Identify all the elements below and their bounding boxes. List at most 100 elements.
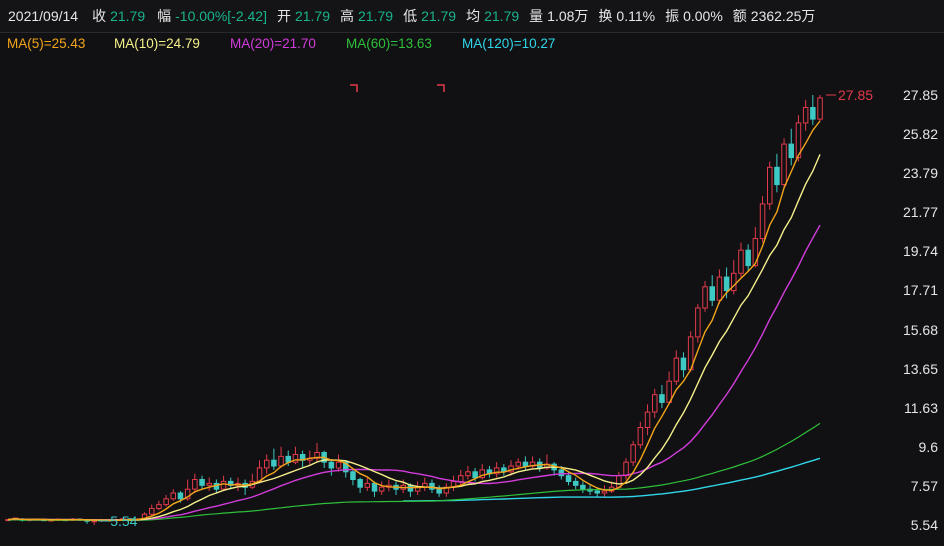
candle-body: [573, 480, 579, 486]
candle-body: [350, 471, 356, 480]
turnover-label: 换: [598, 8, 613, 24]
candle-body: [328, 461, 335, 469]
candle-body: [695, 307, 701, 338]
candle-body: [659, 394, 665, 403]
ma-legend: MA(5)=25.43 MA(10)=24.79 MA(20)=21.70 MA…: [0, 33, 944, 55]
ma120-legend: MA(120)=10.27: [462, 36, 556, 51]
candle-body: [781, 143, 787, 186]
price-axis-label: 17.71: [902, 282, 938, 299]
candle-body: [335, 461, 342, 469]
candle-body: [465, 471, 471, 477]
candle-body: [817, 97, 823, 120]
ma60-line: [7, 422, 821, 521]
candle-body: [192, 479, 198, 490]
candle-body: [472, 471, 478, 479]
price-axis-label: 5.54: [910, 517, 938, 533]
high-label: 高: [340, 8, 355, 24]
ma10-legend: MA(10)=24.79: [114, 36, 200, 51]
price-axis-label: 25.82: [902, 126, 938, 143]
range-value: -10.00%[-2.42]: [175, 8, 267, 24]
candle-body: [673, 357, 680, 382]
candle-body: [774, 166, 780, 186]
avg-value: 21.79: [484, 8, 520, 24]
high-marker-label: 27.85: [838, 87, 873, 103]
candle-body: [652, 394, 658, 413]
close-label: 收: [92, 8, 107, 24]
ma60-legend: MA(60)=13.63: [346, 36, 432, 51]
quote-date: 2021/09/14: [8, 8, 79, 24]
open-value: 21.79: [294, 8, 331, 24]
quote-info-bar: 2021/09/14 收 21.79 幅 -10.00%[-2.42] 开 21.79…: [0, 0, 944, 32]
price-axis-label: 7.57: [910, 477, 938, 494]
candle-body: [759, 203, 766, 240]
price-axis-label: 13.65: [902, 360, 938, 377]
price-axis-label: 27.85: [902, 87, 938, 103]
candle-body: [177, 492, 184, 500]
candle-body: [271, 459, 277, 467]
candle-body: [702, 286, 708, 309]
candle-body: [149, 507, 155, 515]
close-value: 21.79: [110, 8, 146, 24]
candle-body: [802, 107, 809, 124]
low-label: 低: [403, 8, 418, 24]
range-label: 幅: [157, 8, 172, 24]
candle-body: [788, 143, 794, 159]
candle-body: [199, 479, 205, 486]
candle-body: [738, 249, 744, 274]
volume-value: 1.08万: [547, 8, 589, 24]
candle-body: [623, 461, 629, 477]
candle-body: [371, 482, 378, 492]
amount-label: 额: [732, 8, 747, 24]
candle-body: [752, 238, 759, 267]
avg-label: 均: [466, 8, 481, 24]
candle-body: [357, 479, 363, 488]
candle-body: [810, 107, 816, 120]
price-axis-label: 15.68: [902, 321, 938, 338]
candle-body: [429, 482, 435, 490]
price-axis-label: 9.6: [918, 438, 938, 455]
candle-body: [601, 490, 608, 494]
amplitude-label: 振: [665, 8, 680, 24]
candle-body: [163, 498, 169, 506]
price-axis-label: 21.77: [902, 204, 938, 221]
low-value: 21.79: [421, 8, 457, 24]
ma20-legend: MA(20)=21.70: [230, 36, 316, 51]
range-bracket-icon: [437, 84, 445, 92]
candle-body: [709, 286, 715, 301]
candle-body: [637, 427, 644, 446]
candle-body: [170, 492, 176, 500]
candle-body: [767, 166, 773, 205]
candle-body: [716, 276, 723, 301]
candle-body: [745, 249, 751, 267]
price-axis-label: 11.63: [904, 399, 938, 416]
high-value: 21.79: [358, 8, 394, 24]
candle-body: [522, 461, 529, 467]
ma20-line: [7, 224, 821, 521]
candle-body: [378, 486, 385, 492]
ma120-line: [403, 457, 821, 502]
turnover-value: 0.11%: [616, 8, 656, 24]
amplitude-value: 0.00%: [683, 8, 723, 24]
amount-value: 2362.25万: [750, 8, 816, 24]
candle-body: [264, 459, 270, 469]
low-marker-label: 5.54: [110, 513, 137, 529]
candle-body: [565, 475, 572, 483]
candle-body: [156, 504, 162, 510]
candle-body: [723, 276, 730, 292]
candle-body: [630, 444, 636, 463]
ma5-legend: MA(5)=25.43: [7, 36, 86, 51]
candle-body: [436, 488, 442, 494]
candle-body: [644, 411, 651, 429]
price-axis-label: 19.74: [902, 243, 938, 260]
candle-body: [515, 461, 521, 467]
candlestick-chart[interactable]: 27.85 5.54: [0, 55, 944, 546]
candle-body: [594, 490, 600, 494]
price-axis-label: 23.79: [902, 165, 938, 182]
candle-body: [680, 357, 687, 371]
candle-body: [278, 455, 284, 467]
open-label: 开: [276, 8, 291, 24]
candle-body: [558, 469, 565, 477]
candle-body: [580, 484, 586, 490]
candle-body: [458, 475, 464, 483]
candle-body: [206, 482, 212, 486]
